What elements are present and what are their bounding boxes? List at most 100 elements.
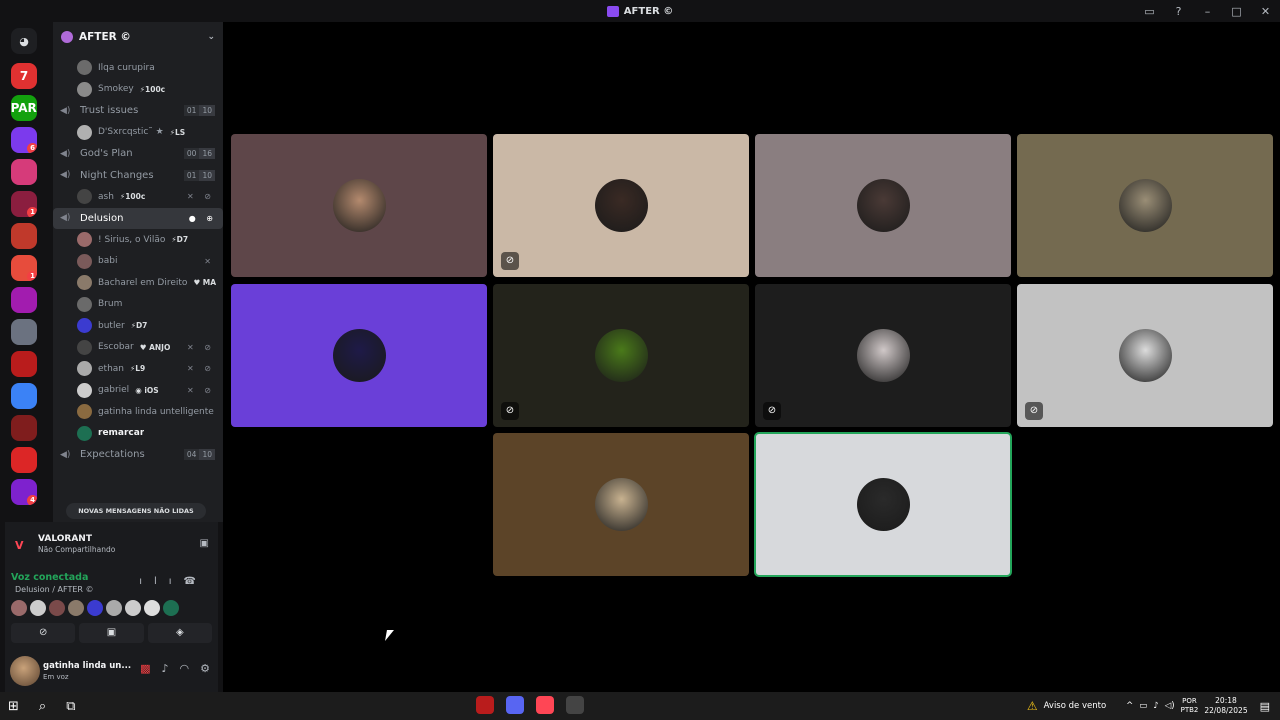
taskbar-riot-icon[interactable]: [566, 696, 584, 714]
participant-tile[interactable]: [755, 134, 1011, 277]
server-icon[interactable]: 1: [11, 191, 37, 217]
activity-subtitle: Não Compartilhando: [38, 545, 116, 554]
camera-button[interactable]: ⊘: [11, 623, 76, 643]
voice-participant-avatar[interactable]: [49, 600, 65, 616]
participant-tile[interactable]: [231, 134, 487, 277]
microphone-icon[interactable]: ♪: [161, 662, 168, 675]
voice-participant-avatar[interactable]: [11, 600, 27, 616]
user-avatar[interactable]: [10, 656, 40, 686]
taskbar-app-icon[interactable]: [476, 696, 494, 714]
voice-member[interactable]: ethan ⚡L9 ✕ ⊘: [53, 358, 223, 379]
server-icon[interactable]: [11, 351, 37, 377]
voice-member[interactable]: ash ⚡100c ✕ ⊘: [53, 186, 223, 207]
voice-participant-avatar[interactable]: [163, 600, 179, 616]
taskbar-left: ⊞ ⌕ ⧉: [8, 692, 75, 720]
server-icon[interactable]: [11, 159, 37, 185]
weather-warning[interactable]: Aviso de vento: [1044, 701, 1107, 711]
help-icon[interactable]: ?: [1164, 5, 1193, 18]
server-header[interactable]: AFTER © ⌄: [53, 22, 223, 52]
taskbar-discord-icon[interactable]: [506, 696, 524, 714]
voice-location[interactable]: Delusion / AFTER ©: [15, 585, 94, 594]
language-indicator[interactable]: POR PTB2: [1181, 697, 1199, 715]
unread-messages-pill[interactable]: NOVAS MENSAGENS NÃO LIDAS: [66, 503, 206, 519]
chat-and-invite-icon[interactable]: ● ⊕: [189, 214, 217, 223]
participant-tile[interactable]: [1017, 134, 1273, 277]
participant-tile[interactable]: ⊘: [493, 284, 749, 427]
stream-off-icon[interactable]: ▩: [140, 662, 150, 675]
participant-tile[interactable]: ⊘: [1017, 284, 1273, 427]
server-icon[interactable]: [11, 287, 37, 313]
participant-tile[interactable]: [493, 433, 749, 576]
voice-participant-avatar[interactable]: [125, 600, 141, 616]
voice-member[interactable]: babi ✕: [53, 251, 223, 272]
share-screen-icon[interactable]: ▣: [200, 538, 209, 549]
voice-member[interactable]: gatinha linda untelligente: [53, 401, 223, 422]
voice-participant-avatar[interactable]: [144, 600, 160, 616]
voice-participant-avatar[interactable]: [30, 600, 46, 616]
settings-gear-icon[interactable]: ⚙: [200, 662, 210, 675]
task-view-icon[interactable]: ⧉: [66, 699, 75, 714]
noise-suppression-icon[interactable]: ılı: [139, 576, 183, 587]
participant-tile[interactable]: ⊘: [755, 284, 1011, 427]
server-icon[interactable]: 4: [11, 479, 37, 505]
voice-channel[interactable]: ◀) Night Changes 01 10: [53, 165, 223, 186]
search-icon[interactable]: ⌕: [39, 699, 46, 714]
voice-member[interactable]: remarcar: [53, 423, 223, 444]
voice-channel[interactable]: ◀) Trust issues 01 10: [53, 100, 223, 121]
volume-icon[interactable]: ◁): [1165, 701, 1175, 711]
minimize-button[interactable]: –: [1193, 5, 1222, 18]
window-title-wrap: AFTER ©: [606, 5, 673, 17]
network-icon[interactable]: ▭: [1139, 701, 1147, 711]
clock-date: 22/08/2025: [1204, 706, 1248, 715]
participant-tile[interactable]: [754, 432, 1012, 577]
voice-member[interactable]: Ilqa curupira: [53, 57, 223, 78]
voice-member[interactable]: Escobar ♥ ANJO ✕ ⊘: [53, 337, 223, 358]
inbox-icon[interactable]: ▭: [1135, 5, 1164, 18]
maximize-button[interactable]: □: [1222, 5, 1251, 18]
headphones-icon[interactable]: ◠: [180, 662, 190, 675]
server-icon[interactable]: [11, 319, 37, 345]
server-icon[interactable]: SPARK: [11, 95, 37, 121]
server-icon[interactable]: [11, 383, 37, 409]
user-status: Em voz: [43, 673, 69, 681]
server-icon[interactable]: [11, 415, 37, 441]
voice-member[interactable]: ! Sirius, o Vilão ⚡D7: [53, 229, 223, 250]
disconnect-icon[interactable]: ☎: [184, 576, 208, 587]
voice-member[interactable]: D'Sxrcqstic˜ ★ ⚡LS: [53, 122, 223, 143]
voice-member[interactable]: Smokey ⚡100c: [53, 79, 223, 100]
member-name: ethan: [98, 363, 124, 374]
voice-channel[interactable]: ◀) Expectations 04 10: [53, 444, 223, 465]
server-icon[interactable]: 6: [11, 127, 37, 153]
member-mute-deafen-icon: ✕: [204, 256, 215, 266]
server-icon[interactable]: [11, 223, 37, 249]
mic-tray-icon[interactable]: ♪: [1153, 701, 1158, 711]
clock[interactable]: 20:18 22/08/2025: [1204, 696, 1247, 716]
voice-participant-avatar[interactable]: [87, 600, 103, 616]
voice-participant-avatar[interactable]: [106, 600, 122, 616]
voice-member[interactable]: butler ⚡D7: [53, 315, 223, 336]
channel-name: God's Plan: [80, 148, 133, 159]
member-name: butler: [98, 320, 125, 331]
discord-home-icon[interactable]: ◕: [11, 28, 37, 54]
voice-member[interactable]: gabriel ◉ iOS ✕ ⊘: [53, 380, 223, 401]
start-icon[interactable]: ⊞: [8, 699, 19, 714]
taskbar-valorant-icon[interactable]: [536, 696, 554, 714]
tray-chevron-icon[interactable]: ^: [1126, 701, 1133, 711]
voice-participant-avatar[interactable]: [68, 600, 84, 616]
activity-button[interactable]: ◈: [147, 623, 212, 643]
server-icon[interactable]: 7: [11, 63, 37, 89]
participant-tile[interactable]: ⊘: [493, 134, 749, 277]
notifications-icon[interactable]: ▤: [1260, 700, 1270, 713]
voice-channel[interactable]: ◀) God's Plan 00 16: [53, 143, 223, 164]
user-name[interactable]: gatinha linda un...: [43, 661, 131, 671]
participant-tile[interactable]: [231, 284, 487, 427]
voice-member[interactable]: Bacharel em Direito ♥ MA: [53, 272, 223, 293]
close-button[interactable]: ✕: [1251, 5, 1280, 18]
participant-avatar: [333, 179, 386, 232]
voice-channel[interactable]: ◀) Delusion ● ⊕: [53, 207, 223, 229]
screen-share-button[interactable]: ▣: [79, 623, 144, 643]
server-icon[interactable]: 1: [11, 255, 37, 281]
voice-member[interactable]: Brum: [53, 294, 223, 315]
server-icon[interactable]: [11, 447, 37, 473]
warning-icon[interactable]: ⚠: [1027, 699, 1038, 713]
